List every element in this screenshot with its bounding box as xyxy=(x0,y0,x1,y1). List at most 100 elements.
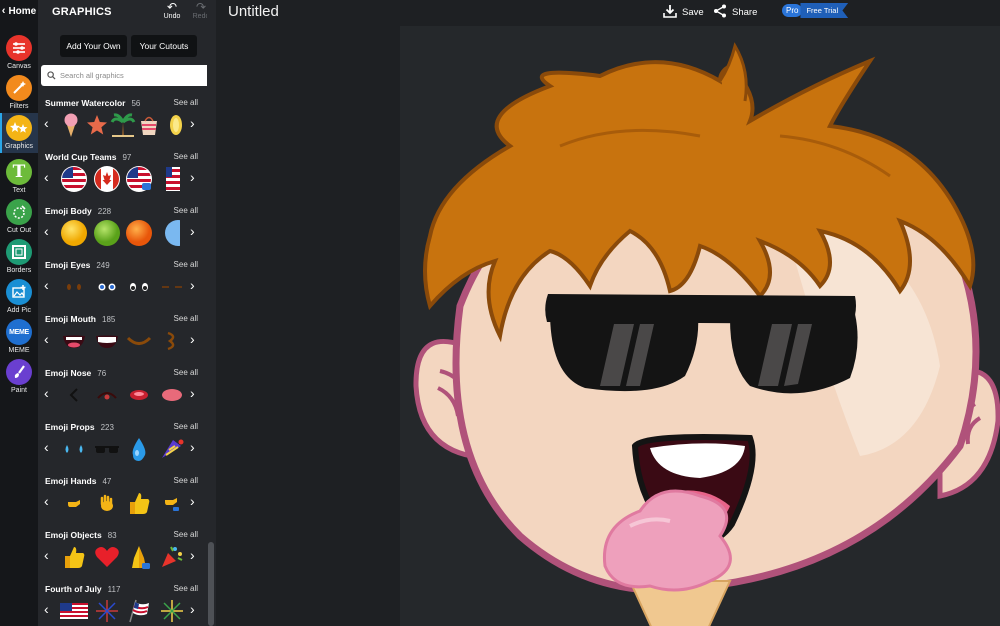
mouth-thumb[interactable] xyxy=(158,327,186,355)
chevron-right-icon[interactable]: › xyxy=(190,331,195,347)
chevron-left-icon[interactable]: ‹ xyxy=(44,331,49,347)
hand-thumb[interactable] xyxy=(60,489,88,517)
save-button[interactable]: Save xyxy=(663,4,704,21)
tear-drops-thumb[interactable] xyxy=(60,435,88,463)
see-all-link[interactable]: See all xyxy=(174,422,198,431)
party-hat-thumb[interactable] xyxy=(158,435,186,463)
chevron-left-icon[interactable]: ‹ xyxy=(44,493,49,509)
section-title: Emoji Nose xyxy=(45,368,92,378)
add-your-own-button[interactable]: Add Your Own xyxy=(60,35,127,57)
share-button[interactable]: Share xyxy=(713,4,757,21)
chevron-right-icon[interactable]: › xyxy=(190,601,195,617)
see-all-link[interactable]: See all xyxy=(174,152,198,161)
mouth-thumb[interactable] xyxy=(125,327,153,355)
nose-thumb[interactable] xyxy=(158,381,186,409)
chevron-right-icon[interactable]: › xyxy=(190,115,195,131)
search-box[interactable] xyxy=(41,65,211,86)
green-body-thumb[interactable] xyxy=(93,219,121,247)
orange-body-thumb[interactable] xyxy=(125,219,153,247)
tool-graphics[interactable]: Graphics xyxy=(0,113,38,153)
cartoon-face-graphic[interactable] xyxy=(400,26,1000,626)
pro-free-trial-button[interactable]: Pro Free Trial xyxy=(782,3,849,18)
see-all-link[interactable]: See all xyxy=(174,98,198,107)
chevron-right-icon[interactable]: › xyxy=(190,547,195,563)
graphic-thumb[interactable] xyxy=(110,111,136,139)
tool-borders[interactable]: Borders xyxy=(0,237,38,277)
canada-flag-badge[interactable] xyxy=(93,165,121,193)
thumbs-up-thumb[interactable] xyxy=(60,543,88,571)
party-popper-thumb[interactable] xyxy=(158,543,186,571)
search-input[interactable] xyxy=(60,71,210,80)
home-button[interactable]: ‹ Home xyxy=(0,0,38,22)
tool-paint[interactable]: Paint xyxy=(0,357,38,397)
your-cutouts-button[interactable]: Your Cutouts xyxy=(131,35,197,57)
praying-hands-thumb[interactable] xyxy=(125,543,153,571)
us-flag-badge[interactable] xyxy=(125,165,153,193)
hand-thumb[interactable] xyxy=(158,489,186,517)
add-picture-icon xyxy=(6,279,32,305)
waving-flag-thumb[interactable] xyxy=(125,597,153,625)
see-all-link[interactable]: See all xyxy=(174,530,198,539)
graphic-thumb[interactable] xyxy=(58,111,84,139)
us-flag-thumb[interactable] xyxy=(60,597,89,625)
document-title[interactable]: Untitled xyxy=(228,3,279,20)
tool-label: Text xyxy=(12,187,26,194)
graphic-thumb[interactable] xyxy=(136,111,162,139)
see-all-link[interactable]: See all xyxy=(174,584,198,593)
chevron-right-icon[interactable]: › xyxy=(190,223,195,239)
eyes-thumb[interactable] xyxy=(60,273,88,301)
chevron-right-icon[interactable]: › xyxy=(190,277,195,293)
fireworks-thumb[interactable] xyxy=(158,597,186,625)
thumbs-up-thumb[interactable] xyxy=(125,489,153,517)
hand-thumb[interactable] xyxy=(93,489,121,517)
chevron-left-icon[interactable]: ‹ xyxy=(44,115,49,131)
chevron-right-icon[interactable]: › xyxy=(190,439,195,455)
eyes-thumb[interactable] xyxy=(93,273,121,301)
chevron-left-icon[interactable]: ‹ xyxy=(44,385,49,401)
magic-wand-icon xyxy=(6,75,32,101)
chevron-left-icon[interactable]: ‹ xyxy=(44,547,49,563)
scrollbar-thumb[interactable] xyxy=(208,542,214,626)
chevron-left-icon[interactable]: ‹ xyxy=(44,439,49,455)
chevron-right-icon[interactable]: › xyxy=(190,493,195,509)
see-all-link[interactable]: See all xyxy=(174,206,198,215)
chevron-left-icon[interactable]: ‹ xyxy=(44,169,49,185)
chevron-right-icon[interactable]: › xyxy=(190,385,195,401)
graphic-thumb[interactable] xyxy=(84,111,110,139)
fireworks-thumb[interactable] xyxy=(93,597,121,625)
tool-canvas[interactable]: Canvas xyxy=(0,33,38,73)
chevron-left-icon[interactable]: ‹ xyxy=(44,277,49,293)
design-canvas[interactable] xyxy=(400,26,1000,626)
undo-button[interactable]: ↶ Undo xyxy=(161,1,183,20)
yellow-body-thumb[interactable] xyxy=(60,219,88,247)
tool-text[interactable]: T Text xyxy=(0,157,38,197)
water-drop-thumb[interactable] xyxy=(125,435,153,463)
eyes-thumb[interactable] xyxy=(125,273,153,301)
mouth-thumb[interactable] xyxy=(93,327,121,355)
nose-thumb[interactable] xyxy=(60,381,88,409)
eyes-thumb[interactable] xyxy=(158,273,186,301)
us-flag-badge[interactable] xyxy=(158,165,186,193)
see-all-link[interactable]: See all xyxy=(174,476,198,485)
tool-meme[interactable]: MEME MEME xyxy=(0,317,38,357)
tool-filters[interactable]: Filters xyxy=(0,73,38,113)
mouth-thumb[interactable] xyxy=(60,327,88,355)
tool-cutout[interactable]: Cut Out xyxy=(0,197,38,237)
blue-body-thumb[interactable] xyxy=(158,219,186,247)
chevron-right-icon[interactable]: › xyxy=(190,169,195,185)
see-all-link[interactable]: See all xyxy=(174,260,198,269)
heart-thumb[interactable] xyxy=(93,543,121,571)
panel-scrollbar[interactable] xyxy=(207,0,216,626)
chevron-left-icon[interactable]: ‹ xyxy=(44,601,49,617)
nose-thumb[interactable] xyxy=(93,381,121,409)
tool-label: Cut Out xyxy=(6,227,32,234)
chevron-left-icon[interactable]: ‹ xyxy=(44,223,49,239)
see-all-link[interactable]: See all xyxy=(174,314,198,323)
tool-add-pic[interactable]: Add Pic xyxy=(0,277,38,317)
section-count: 228 xyxy=(97,207,112,216)
graphic-thumb[interactable] xyxy=(162,111,188,139)
sunglasses-thumb[interactable] xyxy=(93,435,121,463)
nose-thumb[interactable] xyxy=(125,381,153,409)
us-flag-badge[interactable] xyxy=(60,165,88,193)
see-all-link[interactable]: See all xyxy=(174,368,198,377)
